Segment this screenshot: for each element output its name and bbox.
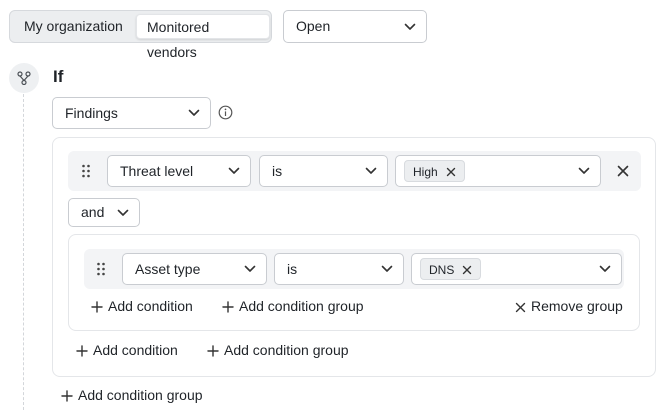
source-select-value: Findings — [65, 105, 118, 121]
chevron-down-icon — [381, 265, 393, 273]
field-select[interactable]: Threat level — [107, 155, 251, 187]
if-label: If — [53, 67, 64, 86]
add-condition-button[interactable]: Add condition — [76, 342, 178, 360]
branch-icon — [9, 63, 39, 93]
remove-group-label: Remove group — [531, 298, 623, 314]
chevron-down-icon — [404, 23, 416, 31]
chevron-down-icon — [228, 167, 240, 175]
value-multiselect[interactable]: DNS — [411, 253, 622, 285]
value-chip-label: High — [413, 165, 438, 179]
add-condition-group-label: Add condition group — [224, 342, 349, 358]
root-add-condition-group-button[interactable]: Add condition group — [61, 387, 203, 405]
add-condition-group-button[interactable]: Add condition group — [222, 298, 364, 316]
value-multiselect[interactable]: High — [395, 155, 601, 187]
value-chip: High — [404, 160, 465, 182]
operator-select[interactable]: is — [259, 155, 388, 187]
add-condition-label: Add condition — [93, 342, 178, 358]
plus-icon — [61, 389, 73, 405]
plus-icon — [76, 344, 88, 360]
conjunction-select-value: and — [81, 204, 105, 220]
drag-handle-icon[interactable] — [81, 164, 91, 178]
add-condition-group-button[interactable]: Add condition group — [207, 342, 349, 360]
close-icon[interactable] — [462, 260, 472, 282]
add-condition-label: Add condition — [108, 298, 193, 314]
root-add-condition-group-label: Add condition group — [78, 387, 203, 403]
operator-select-value: is — [287, 261, 298, 277]
remove-group-button[interactable]: Remove group — [515, 298, 623, 316]
close-icon[interactable] — [446, 162, 456, 184]
status-select-value: Open — [296, 18, 331, 34]
info-icon[interactable] — [218, 105, 233, 120]
add-condition-button[interactable]: Add condition — [91, 298, 193, 316]
field-select-value: Asset type — [135, 261, 201, 277]
plus-icon — [222, 300, 234, 316]
chevron-down-icon — [188, 109, 200, 117]
chevron-down-icon — [599, 265, 611, 273]
close-icon — [515, 300, 526, 316]
plus-icon — [91, 300, 103, 316]
operator-select-value: is — [272, 163, 283, 179]
value-chip-label: DNS — [429, 263, 455, 277]
chevron-down-icon — [244, 265, 256, 273]
operator-select[interactable]: is — [274, 253, 404, 285]
tab-my-organization[interactable]: My organization — [14, 14, 135, 39]
remove-condition-button[interactable] — [616, 164, 630, 178]
org-vendor-toggle: My organization Monitored vendors — [9, 10, 272, 60]
plus-icon — [207, 344, 219, 360]
value-chip: DNS — [420, 258, 482, 282]
add-condition-group-label: Add condition group — [239, 298, 364, 314]
status-select[interactable]: Open — [283, 10, 427, 43]
field-select-value: Threat level — [120, 163, 194, 179]
drag-handle-icon[interactable] — [96, 262, 106, 276]
timeline-rail — [23, 94, 24, 410]
conjunction-select[interactable]: and — [68, 198, 140, 227]
tab-monitored-vendors[interactable]: Monitored vendors — [136, 14, 270, 60]
chevron-down-icon — [578, 167, 590, 175]
source-select[interactable]: Findings — [52, 97, 211, 129]
chevron-down-icon — [365, 167, 377, 175]
chevron-down-icon — [117, 209, 129, 217]
field-select[interactable]: Asset type — [122, 253, 267, 285]
